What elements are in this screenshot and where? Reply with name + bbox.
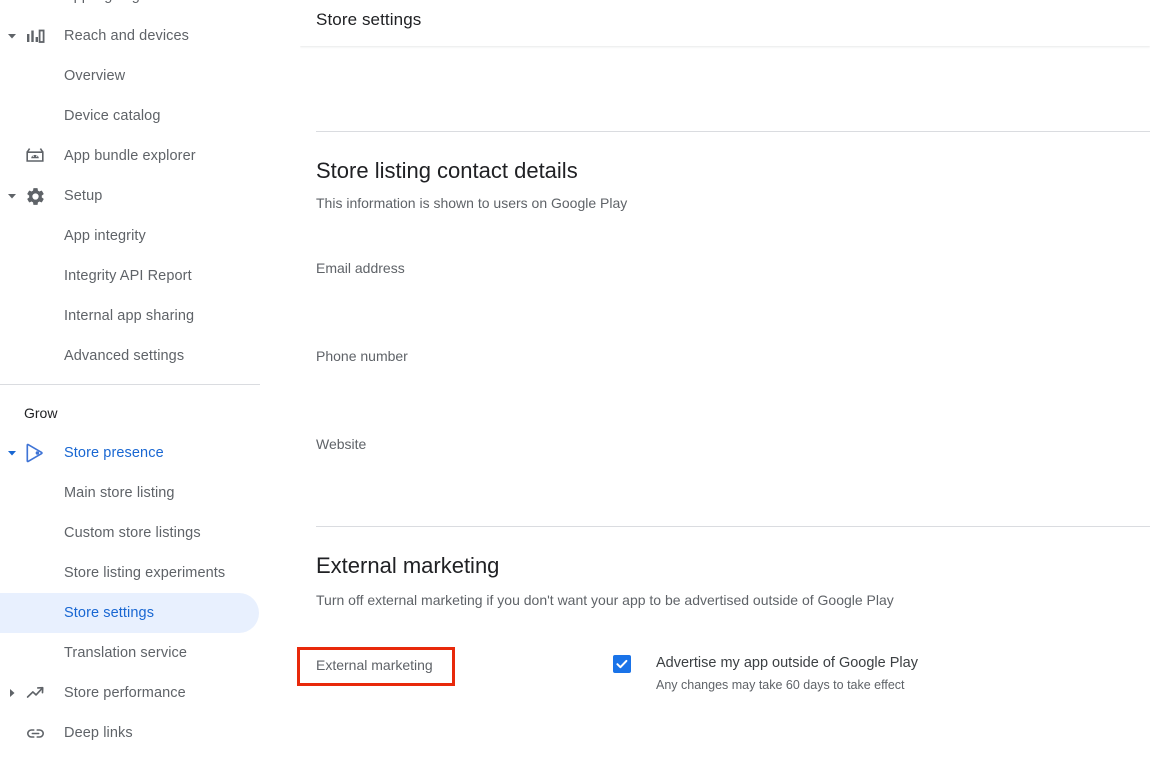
sidebar-item-label: Store settings <box>64 605 154 621</box>
contact-section-title: Store listing contact details <box>316 158 578 184</box>
contact-section-subtitle: This information is shown to users on Go… <box>316 195 627 211</box>
sidebar-item-label: Custom store listings <box>64 525 201 541</box>
external-marketing-row-label: External marketing <box>316 657 433 673</box>
external-marketing-section-title: External marketing <box>316 553 499 579</box>
sidebar-section-grow: Grow <box>0 393 300 433</box>
sidebar-item-overview[interactable]: Overview <box>0 56 259 96</box>
app-bundle-icon <box>23 144 47 168</box>
clipped-nav-item-label: App signing <box>64 0 140 4</box>
email-address-field-input[interactable] <box>316 292 796 293</box>
sidebar-item-label: Reach and devices <box>64 28 189 44</box>
chevron-down-icon[interactable] <box>3 187 21 205</box>
advertise-outside-checkbox-label: Advertise my app outside of Google Play <box>656 654 918 672</box>
sidebar-item-reach-and-devices[interactable]: Reach and devices <box>0 16 259 56</box>
google-play-icon <box>23 441 47 465</box>
settings-scroll-body[interactable]: App signing Learn more Store listing con… <box>300 0 1150 759</box>
sidebar-item-label: Store listing experiments <box>64 565 225 581</box>
play-console-store-settings-page: App signing Reach and devices Overview D… <box>0 0 1150 759</box>
sidebar-item-advanced-settings[interactable]: Advanced settings <box>0 336 259 376</box>
sidebar-item-label: Store presence <box>64 445 164 461</box>
left-sidebar-navigation: App signing Reach and devices Overview D… <box>0 0 300 759</box>
chevron-down-icon[interactable] <box>3 27 21 45</box>
sidebar-item-label: Store performance <box>64 685 186 701</box>
page-header-bar: Store settings <box>300 0 1150 46</box>
sidebar-item-label: Advanced settings <box>64 348 184 364</box>
phone-number-field-label: Phone number <box>316 348 408 364</box>
sidebar-item-custom-store-listings[interactable]: Custom store listings <box>0 513 259 553</box>
external-marketing-section-subtitle: Turn off external marketing if you don't… <box>316 592 894 608</box>
website-field-input[interactable] <box>316 468 796 469</box>
sidebar-item-translation-service[interactable]: Translation service <box>0 633 259 673</box>
advertise-outside-checkbox-hint: Any changes may take 60 days to take eff… <box>656 677 918 693</box>
sidebar-item-label: Main store listing <box>64 485 175 501</box>
sidebar-item-label: Device catalog <box>64 108 161 124</box>
chevron-right-icon[interactable] <box>3 684 21 702</box>
sidebar-item-label: Overview <box>64 68 125 84</box>
sidebar-item-main-store-listing[interactable]: Main store listing <box>0 473 259 513</box>
clipped-nav-item-top: App signing <box>0 0 300 16</box>
website-field-label: Website <box>316 436 366 452</box>
gear-icon <box>23 184 47 208</box>
sidebar-item-integrity-api-report[interactable]: Integrity API Report <box>0 256 259 296</box>
sidebar-item-label: Internal app sharing <box>64 308 194 324</box>
sidebar-item-store-listing-experiments[interactable]: Store listing experiments <box>0 553 259 593</box>
chevron-down-icon[interactable] <box>3 444 21 462</box>
sidebar-item-label: Translation service <box>64 645 187 661</box>
sidebar-item-label: App integrity <box>64 228 146 244</box>
sidebar-divider <box>0 384 260 385</box>
page-title: Store settings <box>316 10 421 30</box>
sidebar-item-label: App bundle explorer <box>64 148 196 164</box>
check-icon <box>615 657 629 671</box>
sidebar-item-deep-links[interactable]: Deep links <box>0 713 259 753</box>
section-divider-2 <box>316 526 1150 527</box>
sidebar-item-internal-app-sharing[interactable]: Internal app sharing <box>0 296 259 336</box>
sidebar-item-store-performance[interactable]: Store performance <box>0 673 259 713</box>
sidebar-item-setup[interactable]: Setup <box>0 176 259 216</box>
sidebar-item-store-settings[interactable]: Store settings <box>0 593 259 633</box>
bar-chart-icon <box>23 24 47 48</box>
advertise-outside-checkbox[interactable] <box>613 655 631 673</box>
trending-up-icon <box>23 681 47 705</box>
main-content-area: Store settings App signing Learn more St… <box>300 0 1150 759</box>
sidebar-item-label: Deep links <box>64 725 133 741</box>
phone-number-field-input[interactable] <box>316 380 796 381</box>
section-divider-1 <box>316 131 1150 132</box>
sidebar-item-store-presence[interactable]: Store presence <box>0 433 259 473</box>
sidebar-item-device-catalog[interactable]: Device catalog <box>0 96 259 136</box>
sidebar-item-app-bundle-explorer[interactable]: App bundle explorer <box>0 136 259 176</box>
sidebar-item-app-integrity[interactable]: App integrity <box>0 216 259 256</box>
advertise-outside-text-group: Advertise my app outside of Google Play … <box>656 654 918 693</box>
email-address-field-label: Email address <box>316 260 405 276</box>
sidebar-item-label: Setup <box>64 188 102 204</box>
link-icon <box>23 721 47 745</box>
advertise-outside-checkbox-row[interactable]: Advertise my app outside of Google Play … <box>613 654 918 693</box>
sidebar-item-label: Integrity API Report <box>64 268 192 284</box>
